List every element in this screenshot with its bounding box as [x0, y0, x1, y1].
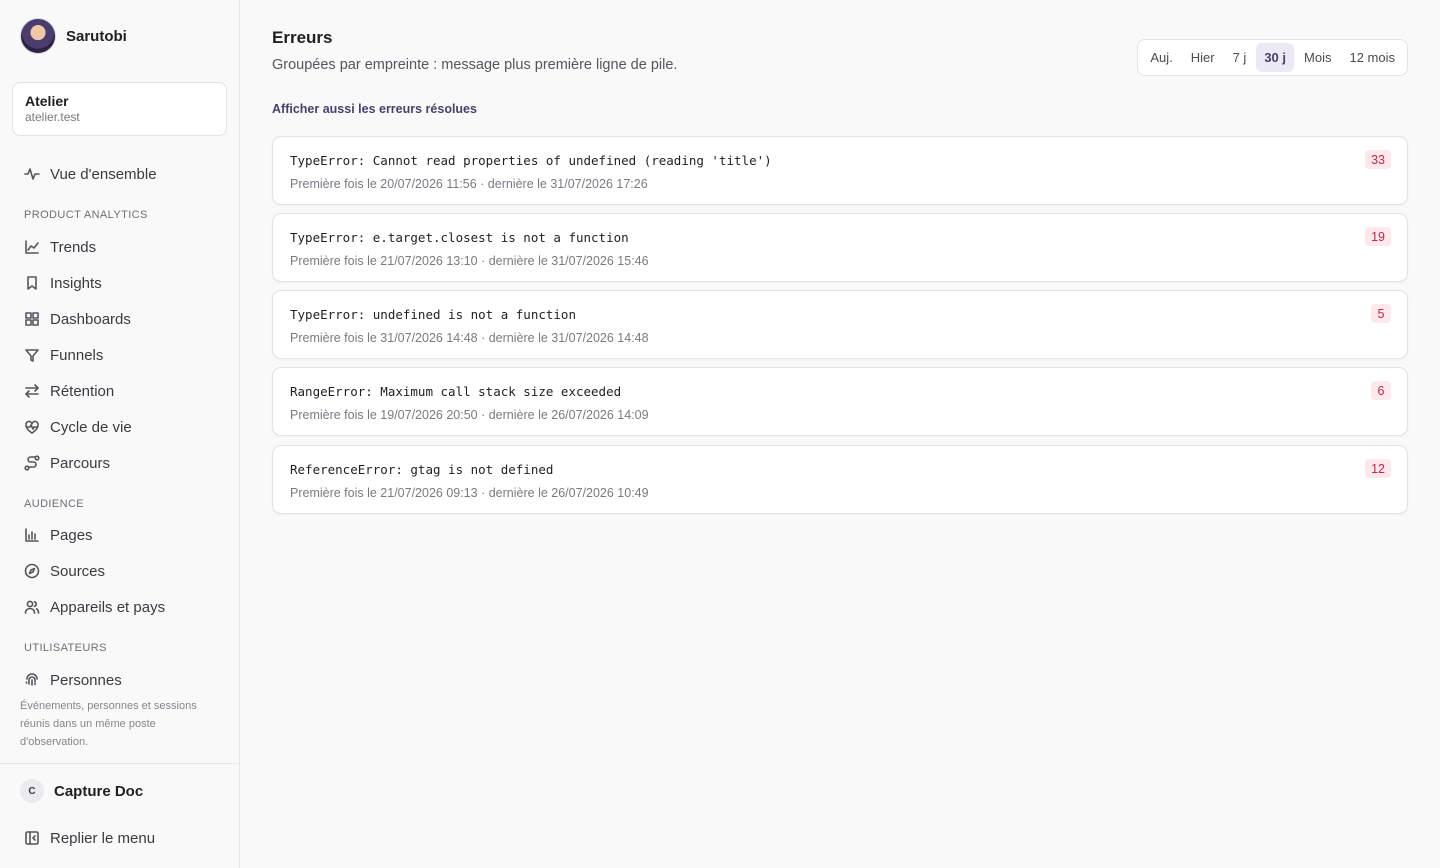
- sidebar-item-sources[interactable]: Sources: [24, 559, 105, 583]
- sidebar-item-label: Personnes: [50, 671, 122, 689]
- error-count-badge: 19: [1365, 227, 1391, 246]
- collapse-menu-label: Replier le menu: [50, 829, 156, 847]
- page-subtitle: Groupées par empreinte : message plus pr…: [272, 57, 678, 73]
- error-timestamps: Première fois le 31/07/2026 14:48 · dern…: [290, 331, 649, 345]
- error-timestamps: Première fois le 20/07/2026 11:56 · dern…: [290, 177, 648, 191]
- range-month-button[interactable]: Mois: [1296, 43, 1339, 72]
- error-count-badge: 6: [1371, 381, 1391, 400]
- error-message: TypeError: e.target.closest is not a fun…: [290, 230, 629, 245]
- grid-icon: [25, 312, 39, 326]
- sidebar-divider: [0, 763, 239, 764]
- sidebar-item-insights[interactable]: Insights: [24, 271, 102, 295]
- date-range-selector: Auj. Hier 7 j 30 j Mois 12 mois: [1137, 39, 1408, 76]
- sidebar-item-trends[interactable]: Trends: [24, 235, 96, 259]
- error-message: RangeError: Maximum call stack size exce…: [290, 384, 622, 399]
- sidebar-item-people[interactable]: Personnes: [24, 668, 122, 692]
- sidebar-item-label: Trends: [50, 238, 97, 256]
- error-timestamps: Première fois le 21/07/2026 09:13 · dern…: [290, 486, 649, 500]
- sidebar-item-label: Pages: [50, 526, 93, 544]
- error-count-badge: 33: [1365, 150, 1391, 169]
- sidebar-item-paths[interactable]: Parcours: [24, 451, 110, 475]
- bar-chart-icon: [25, 528, 39, 542]
- sidebar: Sarutobi Atelier atelier.test Vue d'ense…: [0, 0, 240, 868]
- avatar: [20, 18, 56, 54]
- error-timestamps: Première fois le 19/07/2026 20:50 · dern…: [290, 408, 649, 422]
- sidebar-item-label: Appareils et pays: [50, 598, 166, 616]
- error-message: ReferenceError: gtag is not defined: [290, 462, 554, 477]
- arrows-exchange-icon: [25, 384, 39, 398]
- error-count-badge: 12: [1365, 459, 1391, 478]
- range-12m-button[interactable]: 12 mois: [1341, 43, 1403, 72]
- error-message: TypeError: Cannot read properties of und…: [290, 153, 772, 168]
- fingerprint-icon: [25, 673, 38, 686]
- range-7d-button[interactable]: 7 j: [1225, 43, 1255, 72]
- sidebar-item-retention[interactable]: Rétention: [24, 379, 114, 403]
- error-count-badge: 5: [1371, 304, 1391, 323]
- sidebar-note: Événements, personnes et sessions réunis…: [20, 700, 197, 748]
- sidebar-item-funnels[interactable]: Funnels: [24, 343, 103, 367]
- section-product-analytics: PRODUCT ANALYTICS: [24, 209, 148, 221]
- user-menu[interactable]: C Capture Doc: [20, 779, 143, 803]
- sidebar-item-label: Dashboards: [50, 310, 131, 328]
- error-group-card[interactable]: TypeError: undefined is not a function P…: [272, 290, 1408, 359]
- sidebar-collapse-icon: [25, 831, 39, 845]
- sidebar-item-devices-countries[interactable]: Appareils et pays: [24, 595, 165, 619]
- error-group-card[interactable]: TypeError: e.target.closest is not a fun…: [272, 213, 1408, 282]
- heart-pulse-icon: [25, 420, 39, 434]
- show-resolved-link[interactable]: Afficher aussi les erreurs résolues: [272, 102, 477, 116]
- brand[interactable]: Sarutobi: [20, 18, 127, 54]
- site-switcher[interactable]: Atelier atelier.test: [12, 82, 227, 136]
- bookmark-icon: [27, 276, 37, 290]
- funnel-icon: [25, 349, 39, 362]
- main-content: Erreurs Groupées par empreinte : message…: [240, 0, 1440, 868]
- sidebar-item-dashboards[interactable]: Dashboards: [24, 307, 131, 331]
- error-timestamps: Première fois le 21/07/2026 13:10 · dern…: [290, 254, 649, 268]
- site-name: Atelier: [25, 93, 69, 109]
- section-audience: AUDIENCE: [24, 498, 85, 510]
- pulse-icon: [24, 168, 40, 180]
- user-name: Capture Doc: [54, 782, 144, 800]
- error-message: TypeError: undefined is not a function: [290, 307, 576, 322]
- sidebar-item-lifecycle[interactable]: Cycle de vie: [24, 415, 132, 439]
- users-icon: [24, 600, 40, 614]
- line-chart-icon: [25, 240, 39, 254]
- sidebar-item-label: Sources: [50, 562, 106, 580]
- sidebar-item-label: Parcours: [50, 454, 111, 472]
- sidebar-item-label: Vue d'ensemble: [50, 165, 157, 183]
- sidebar-item-overview[interactable]: Vue d'ensemble: [24, 162, 157, 186]
- range-today-button[interactable]: Auj.: [1142, 43, 1180, 72]
- sidebar-item-label: Insights: [50, 274, 102, 292]
- sidebar-item-label: Cycle de vie: [50, 418, 132, 436]
- user-avatar: C: [20, 779, 44, 803]
- error-group-card[interactable]: ReferenceError: gtag is not defined Prem…: [272, 445, 1408, 514]
- sidebar-item-pages[interactable]: Pages: [24, 523, 93, 547]
- brand-name: Sarutobi: [66, 27, 127, 45]
- site-domain: atelier.test: [25, 110, 80, 124]
- range-30d-button[interactable]: 30 j: [1256, 43, 1295, 72]
- error-group-card[interactable]: TypeError: Cannot read properties of und…: [272, 136, 1408, 205]
- page-title: Erreurs: [272, 28, 333, 47]
- sidebar-item-label: Rétention: [50, 382, 115, 400]
- compass-icon: [24, 563, 40, 579]
- section-users: UTILISATEURS: [24, 642, 107, 654]
- error-group-card[interactable]: RangeError: Maximum call stack size exce…: [272, 367, 1408, 436]
- collapse-menu-button[interactable]: Replier le menu: [24, 826, 155, 850]
- range-yesterday-button[interactable]: Hier: [1183, 43, 1223, 72]
- route-icon: [24, 455, 40, 471]
- sidebar-item-label: Funnels: [50, 346, 104, 364]
